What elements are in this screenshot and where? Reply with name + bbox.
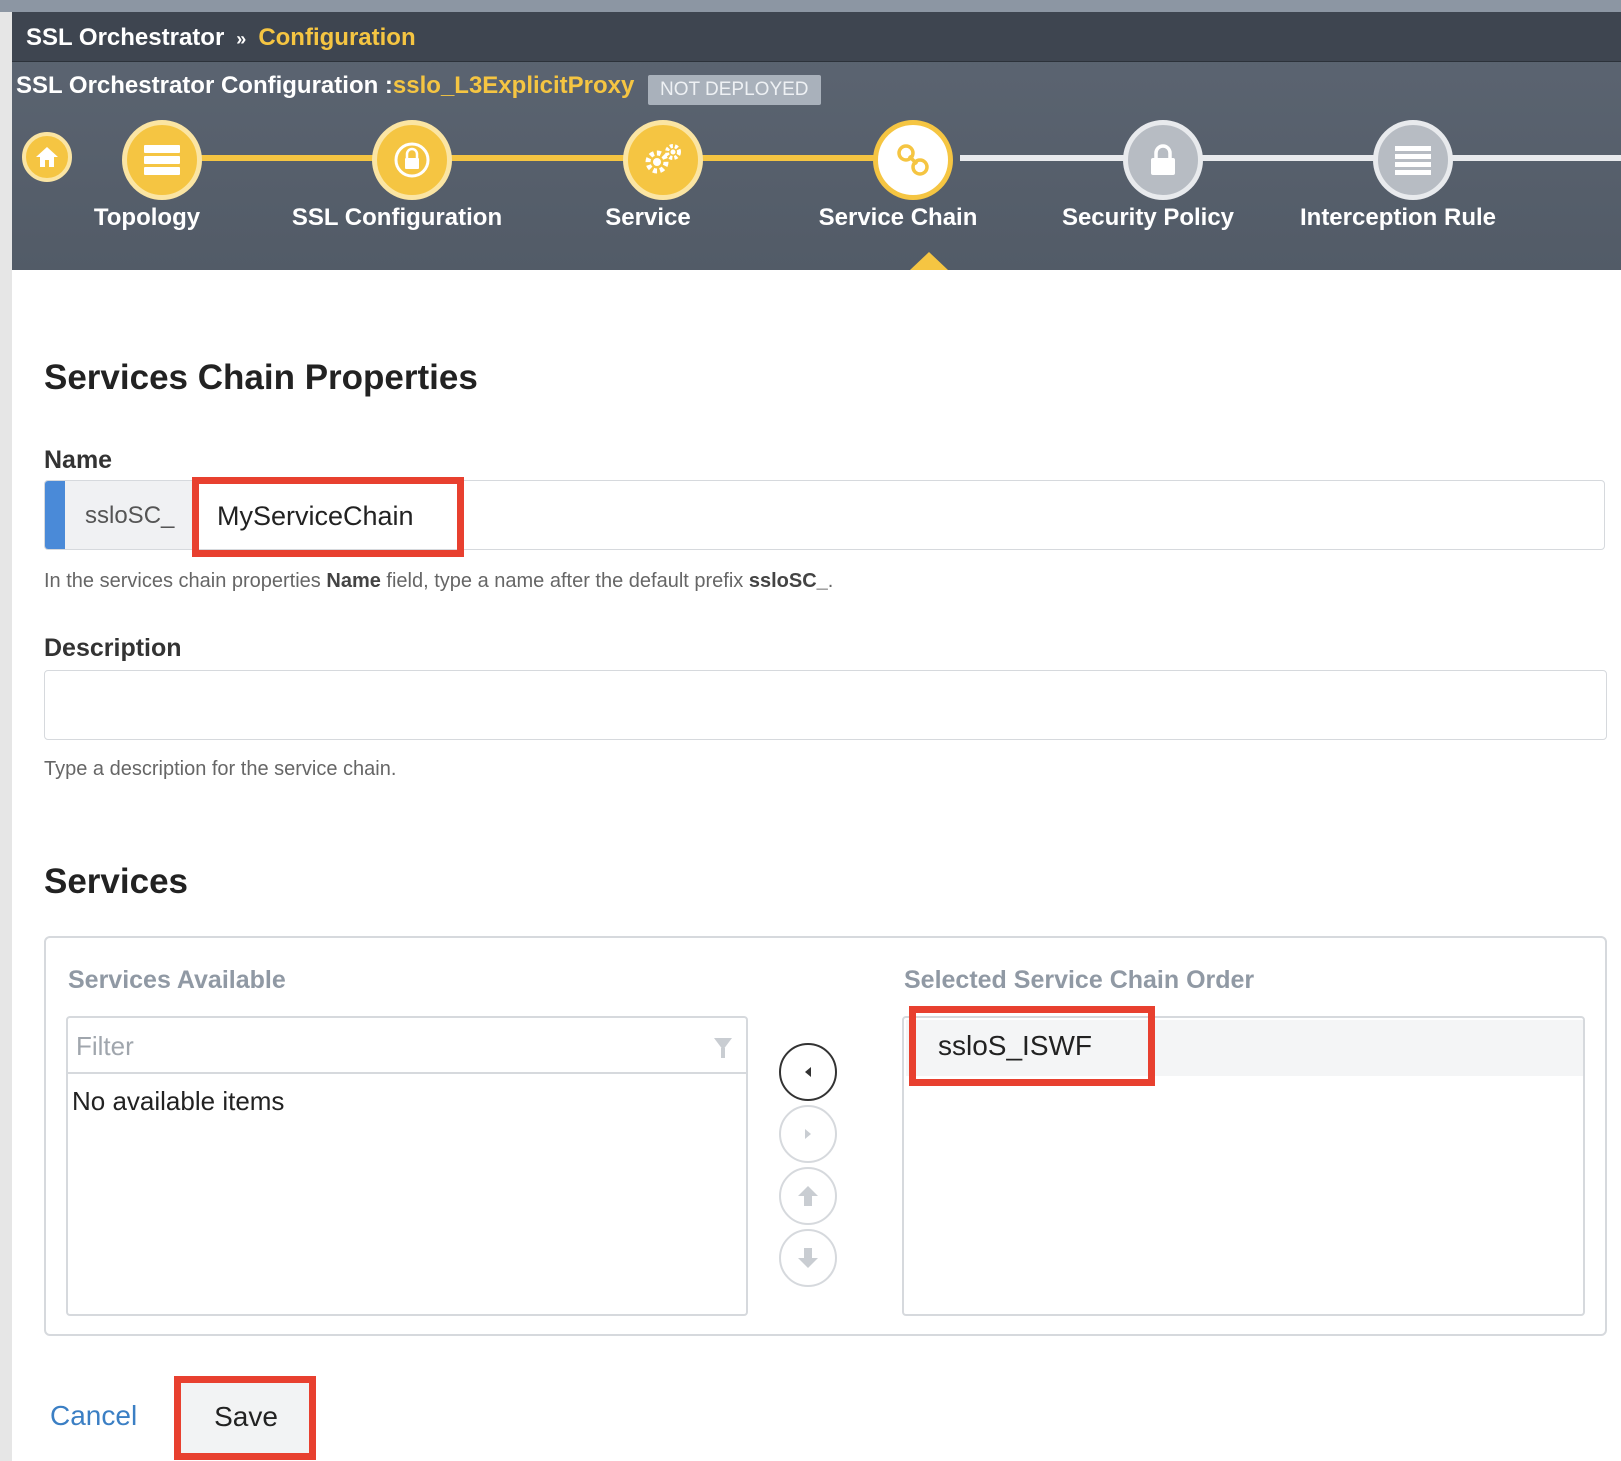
wizard-track-completed [200,155,910,161]
arrow-up-icon [798,1186,818,1206]
move-left-button[interactable] [779,1043,837,1101]
step-label-service[interactable]: Service [518,204,778,232]
name-help-part-2: field, type a name after the default pre… [380,570,749,592]
left-gutter [0,0,12,1461]
name-help-text: In the services chain properties Name fi… [44,570,833,593]
server-stack-icon [144,145,180,175]
step-label-topology[interactable]: Topology [17,204,277,232]
step-security-policy[interactable] [1123,120,1203,200]
caret-left-icon [805,1067,811,1077]
name-input[interactable]: MyServiceChain [217,481,414,549]
breadcrumb-current: Configuration [258,24,416,51]
chain-link-icon [897,144,929,176]
name-prefix: ssloSC_ [65,481,197,549]
breadcrumb-bar: SSL Orchestrator » Configuration [12,12,1621,62]
home-button[interactable] [22,132,72,182]
name-field[interactable]: ssloSC_ MyServiceChain [44,480,1605,550]
filter-input[interactable]: Filter [68,1018,746,1074]
selected-chain-order-title: Selected Service Chain Order [904,966,1255,994]
cancel-button[interactable]: Cancel [50,1400,137,1432]
description-label: Description [44,634,182,662]
empty-list-message: No available items [72,1086,285,1116]
description-help-text: Type a description for the service chain… [44,758,397,780]
step-service[interactable] [623,120,703,200]
list-icon [1395,146,1431,175]
step-label-interception-rule[interactable]: Interception Rule [1268,204,1528,232]
name-help-part-3: . [827,570,834,592]
filter-icon[interactable] [714,1038,732,1058]
breadcrumb: SSL Orchestrator » Configuration [26,24,416,52]
step-label-ssl-configuration[interactable]: SSL Configuration [267,204,527,232]
step-label-security-policy[interactable]: Security Policy [1018,204,1278,232]
wizard-track-pending [960,155,1621,161]
name-label: Name [44,446,113,474]
step-topology[interactable] [122,120,202,200]
section-heading-properties: Services Chain Properties [44,358,478,397]
arrow-down-icon [798,1248,818,1268]
name-help-bold-2: ssloSC_ [748,570,828,592]
status-badge: NOT DEPLOYED [648,75,821,105]
move-up-button[interactable] [779,1167,837,1225]
configuration-title: SSL Orchestrator Configuration :sslo_L3E… [16,72,634,100]
name-help-bold-1: Name [326,570,381,592]
gears-icon [645,144,681,174]
list-item[interactable]: ssloS_ISWF [906,1020,1583,1076]
selected-service-name: ssloS_ISWF [938,1030,1093,1061]
step-service-chain[interactable] [873,120,953,200]
move-down-button[interactable] [779,1229,837,1287]
top-strip [0,0,1621,12]
description-input[interactable] [44,670,1607,740]
section-heading-services: Services [44,862,189,901]
active-step-caret-icon [910,252,948,270]
step-ssl-configuration[interactable] [372,120,452,200]
save-button[interactable]: Save [180,1378,312,1456]
configuration-title-prefix: SSL Orchestrator Configuration : [16,72,393,99]
home-icon [36,147,58,167]
caret-right-icon [805,1129,811,1139]
lock-icon [394,142,430,178]
step-label-service-chain[interactable]: Service Chain [768,204,1028,232]
padlock-icon [1151,144,1175,175]
configuration-name: sslo_L3ExplicitProxy [392,72,635,99]
selected-chain-list[interactable]: ssloS_ISWF [902,1016,1585,1316]
step-interception-rule[interactable] [1373,120,1453,200]
breadcrumb-root[interactable]: SSL Orchestrator [26,24,224,51]
services-available-title: Services Available [68,966,286,994]
services-available-list[interactable]: Filter No available items [66,1016,748,1316]
move-right-button[interactable] [779,1105,837,1163]
name-field-accent-bar [45,481,65,549]
name-help-part-1: In the services chain properties [44,570,327,592]
breadcrumb-separator-icon: » [236,29,247,49]
